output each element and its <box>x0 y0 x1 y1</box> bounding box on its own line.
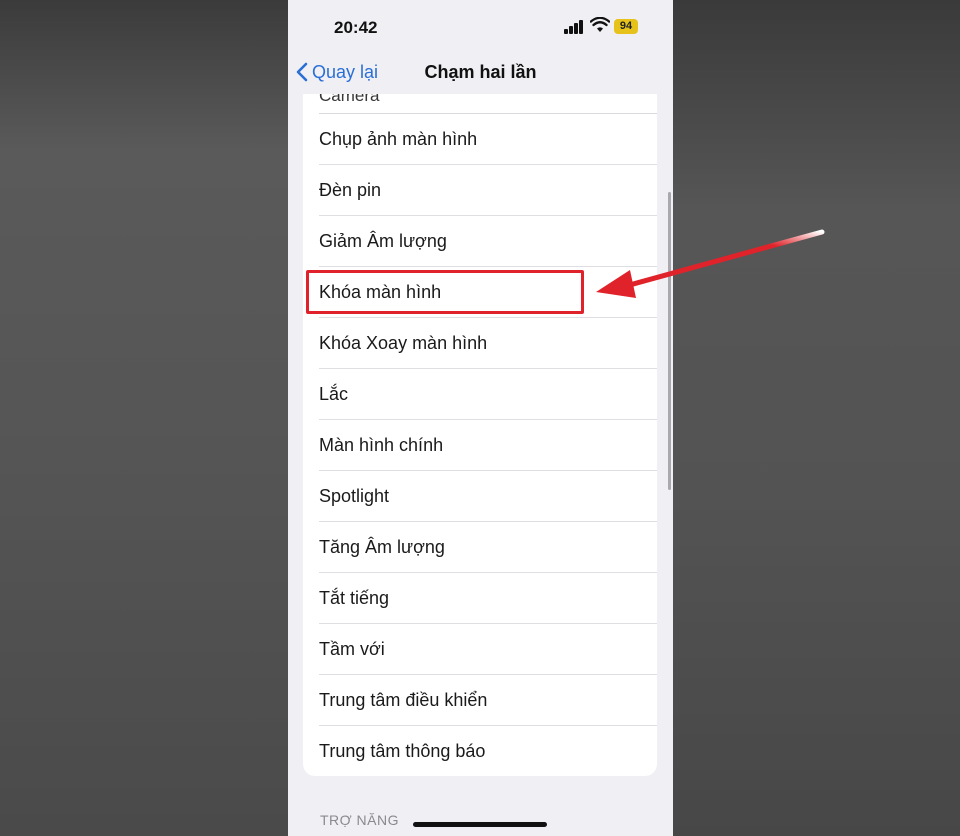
list-item[interactable]: Lắc <box>303 369 657 420</box>
list-item-label: Tầm với <box>319 639 385 659</box>
list-item-label: Trung tâm điều khiển <box>319 690 488 710</box>
list-item-label: Khóa Xoay màn hình <box>319 333 488 353</box>
list-item-label: Tắt tiếng <box>319 588 390 608</box>
phone-screen: 20:42 94 Quay lại Chạm hai lần Camera Ch… <box>288 0 673 836</box>
list-item[interactable]: Trung tâm thông báo <box>303 726 657 776</box>
battery-icon: 94 <box>614 19 638 34</box>
action-list: Camera Chụp ảnh màn hình Đèn pin Giảm Âm… <box>303 94 657 776</box>
list-item-label: Chụp ảnh màn hình <box>319 129 478 149</box>
list-item-label: Spotlight <box>319 486 390 506</box>
list-item-label: Màn hình chính <box>319 435 444 455</box>
annotation-highlight-box <box>306 270 584 314</box>
section-header: TRỢ NĂNG <box>320 812 400 828</box>
list-item[interactable]: Tắt tiếng <box>303 573 657 624</box>
list-item[interactable]: Khóa Xoay màn hình <box>303 318 657 369</box>
list-item[interactable]: Chụp ảnh màn hình <box>303 114 657 165</box>
navigation-bar: Quay lại Chạm hai lần <box>288 50 673 94</box>
background-right <box>673 0 960 836</box>
list-item[interactable]: Màn hình chính <box>303 420 657 471</box>
home-indicator[interactable] <box>413 822 547 827</box>
cellular-signal-icon <box>564 20 584 34</box>
status-time: 20:42 <box>334 18 378 37</box>
annotation-arrow-icon <box>596 229 825 298</box>
list-item[interactable]: Tăng Âm lượng <box>303 522 657 573</box>
list-item[interactable]: Tầm với <box>303 624 657 675</box>
background-left <box>0 0 288 836</box>
list-item-label: Trung tâm thông báo <box>319 741 486 761</box>
list-item-label: Lắc <box>319 384 349 404</box>
list-item-label: Giảm Âm lượng <box>319 231 447 251</box>
list-item-label: Đèn pin <box>319 180 382 200</box>
list-item-partial[interactable]: Camera <box>319 94 379 106</box>
page-title: Chạm hai lần <box>424 62 537 82</box>
list-item[interactable]: Spotlight <box>303 471 657 522</box>
list-item[interactable]: Trung tâm điều khiển <box>303 675 657 726</box>
list-item[interactable]: Đèn pin <box>303 165 657 216</box>
status-bar: 20:42 94 <box>288 0 673 50</box>
wifi-icon <box>590 17 610 32</box>
list-item-label: Tăng Âm lượng <box>319 537 445 557</box>
